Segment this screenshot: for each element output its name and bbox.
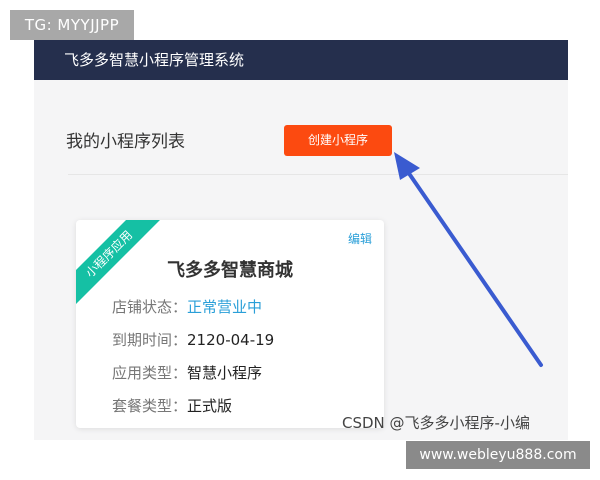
page-title: 我的小程序列表 [66,132,185,152]
tg-watermark: TG: MYYJJPP [10,10,134,40]
shop-name: 飞多多智慧商城 [167,260,293,281]
info-label: 应用类型： [112,364,188,382]
info-label: 店铺状态： [112,298,188,316]
info-row-status: 店铺状态：正常营业中 [112,296,262,317]
info-label: 套餐类型： [112,397,188,415]
info-row-plan-type: 套餐类型：正式版 [112,395,232,416]
info-row-app-type: 应用类型：智慧小程序 [112,362,262,383]
app-title: 飞多多智慧小程序管理系统 [64,51,245,69]
miniprogram-card[interactable]: 小程序应用 编辑 飞多多智慧商城 店铺状态：正常营业中 到期时间：2120-04… [76,220,384,428]
app-header: 飞多多智慧小程序管理系统 [34,40,568,80]
expiry-value: 2120-04-19 [187,331,275,349]
info-row-expiry: 到期时间：2120-04-19 [112,329,274,350]
create-miniprogram-button[interactable]: 创建小程序 [284,125,392,156]
divider [68,174,568,175]
info-label: 到期时间： [112,331,188,349]
edit-link[interactable]: 编辑 [348,230,372,247]
csdn-watermark: CSDN @飞多多小程序-小编 [342,414,530,432]
status-value: 正常营业中 [187,298,263,316]
site-watermark: www.webleyu888.com [406,441,590,469]
plan-type-value: 正式版 [187,397,233,415]
app-type-value: 智慧小程序 [187,364,263,382]
app-window: 飞多多智慧小程序管理系统 我的小程序列表 创建小程序 小程序应用 编辑 飞多多智… [34,40,568,440]
